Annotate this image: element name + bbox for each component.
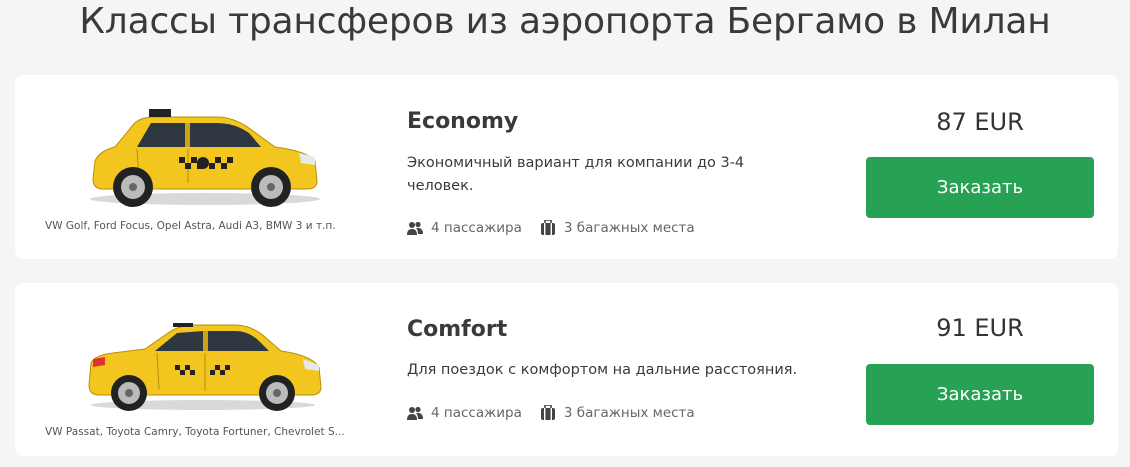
passengers-count: 4 пассажира [431, 220, 522, 236]
class-description: Для поездок с комфортом на дальние расст… [407, 362, 798, 378]
passengers-count: 4 пассажира [431, 405, 522, 421]
hatchback-taxi-image [90, 109, 320, 207]
price: 87 EUR [936, 108, 1024, 136]
luggage-count: 3 багажных места [563, 220, 695, 236]
class-description: Экономичный вариант для компании до 3-4 … [407, 155, 745, 194]
passengers-feature: 4 пассажира [407, 220, 522, 236]
car-models-list: VW Passat, Toyota Camry, Toyota Fortuner… [45, 426, 345, 438]
luggage-feature: 3 багажных места [540, 405, 695, 421]
class-name: Economy [407, 109, 519, 134]
price: 91 EUR [936, 314, 1024, 342]
passengers-feature: 4 пассажира [407, 405, 522, 421]
luggage-count: 3 багажных места [563, 405, 695, 421]
class-name: Comfort [407, 317, 508, 342]
page-title: Классы трансферов из аэропорта Бергамо в… [79, 1, 1051, 42]
features-row: 4 пассажира 3 багажных места [407, 220, 713, 236]
transfer-class-card-economy: VW Golf, Ford Focus, Opel Astra, Audi A3… [15, 75, 1118, 259]
sedan-taxi-image [88, 323, 322, 411]
order-button-comfort[interactable]: Заказать [866, 364, 1094, 425]
passengers-icon [407, 221, 423, 235]
passengers-icon [407, 406, 423, 420]
transfer-class-card-comfort: VW Passat, Toyota Camry, Toyota Fortuner… [15, 283, 1118, 456]
features-row: 4 пассажира 3 багажных места [407, 405, 713, 421]
order-button-economy[interactable]: Заказать [866, 157, 1094, 218]
luggage-feature: 3 багажных места [540, 220, 695, 236]
luggage-icon [540, 405, 555, 420]
car-image-block: VW Passat, Toyota Camry, Toyota Fortuner… [15, 283, 385, 456]
luggage-icon [540, 220, 555, 235]
car-image-block: VW Golf, Ford Focus, Opel Astra, Audi A3… [15, 75, 385, 259]
car-models-list: VW Golf, Ford Focus, Opel Astra, Audi A3… [45, 220, 336, 232]
